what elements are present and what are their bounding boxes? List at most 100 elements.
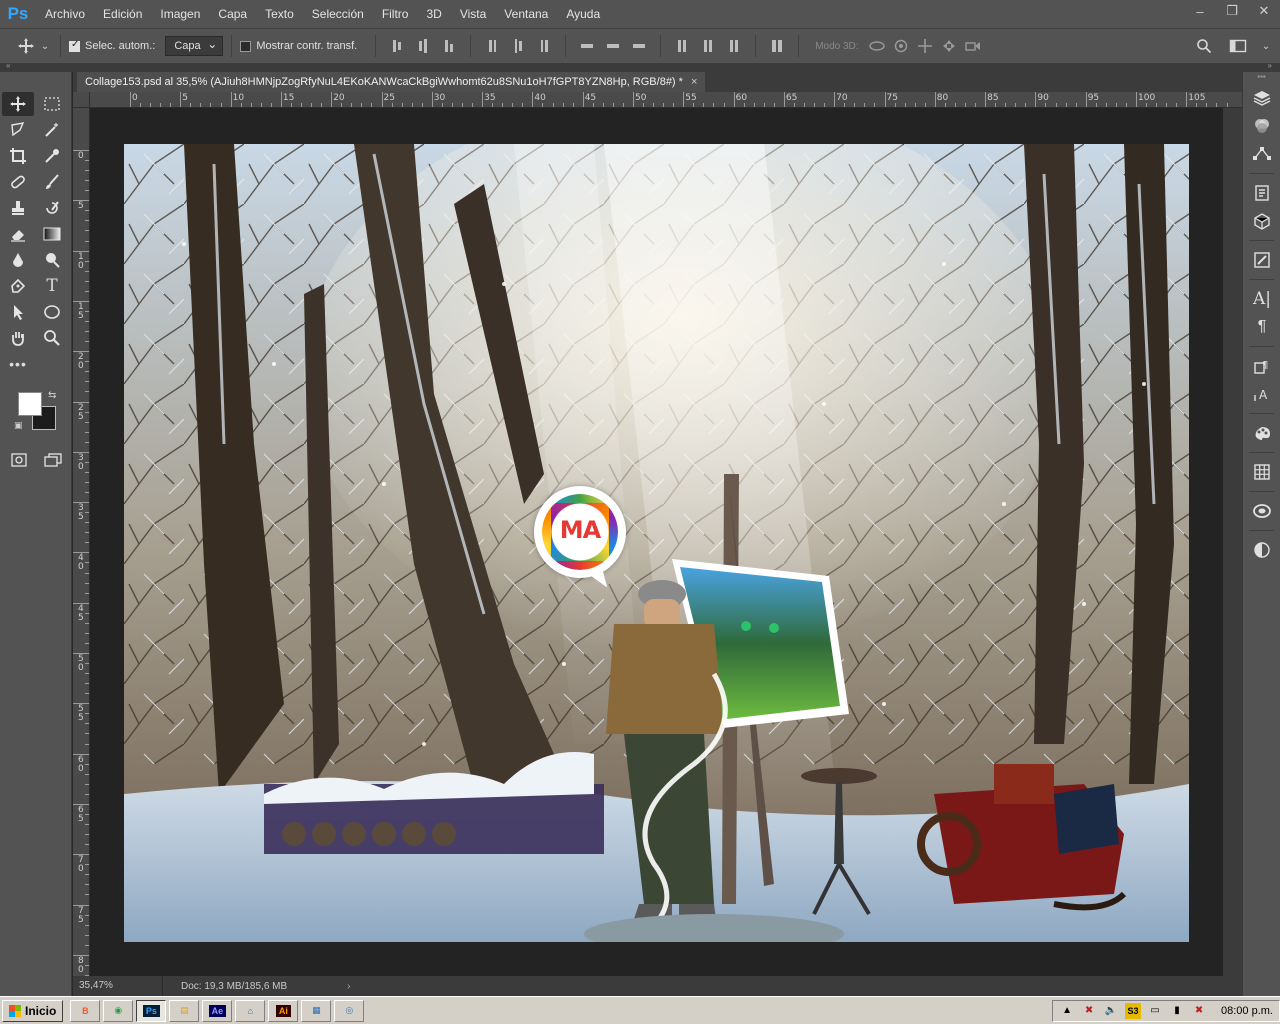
- workspace-chevron-icon[interactable]: ⌄: [1260, 34, 1272, 58]
- character-panel-icon[interactable]: A|: [1243, 285, 1280, 313]
- taskbar-app-brave[interactable]: B: [70, 999, 101, 1022]
- roll-3d-icon[interactable]: [889, 34, 913, 58]
- paragraph-styles-panel-icon[interactable]: ¶: [1243, 352, 1280, 380]
- menu-imagen[interactable]: Imagen: [151, 0, 209, 28]
- 3d-panel-icon[interactable]: [1243, 207, 1280, 235]
- dock-grip[interactable]: ▪▪▪: [1243, 72, 1280, 84]
- default-colors-icon[interactable]: ▣: [14, 420, 23, 431]
- align-right-icon[interactable]: [531, 34, 557, 58]
- taskbar-app-illustrator[interactable]: Ai: [268, 999, 299, 1022]
- history-panel-icon[interactable]: [1243, 179, 1280, 207]
- status-menu-arrow-icon[interactable]: ›: [347, 981, 350, 992]
- minimize-button[interactable]: –: [1184, 0, 1216, 22]
- quick-mask-icon[interactable]: [10, 448, 28, 472]
- pen-tool-icon[interactable]: [2, 274, 34, 298]
- swatches-panel-icon[interactable]: [1243, 419, 1280, 447]
- more-tools-icon[interactable]: •••: [2, 352, 34, 376]
- zoom-level[interactable]: 35,47%: [73, 976, 163, 996]
- channels-panel-icon[interactable]: [1243, 112, 1280, 140]
- document-canvas[interactable]: MA: [124, 144, 1189, 942]
- brush-tool-icon[interactable]: [36, 170, 68, 194]
- gradient-tool-icon[interactable]: [36, 222, 68, 246]
- grid-panel-icon[interactable]: [1243, 458, 1280, 486]
- document-tab[interactable]: Collage153.psd al 35,5% (AJiuh8HMNjpZogR…: [77, 72, 706, 92]
- clone-stamp-tool-icon[interactable]: [2, 196, 34, 220]
- healing-brush-tool-icon[interactable]: [2, 170, 34, 194]
- auto-align-layers-icon[interactable]: [764, 34, 790, 58]
- menu-3d[interactable]: 3D: [417, 0, 450, 28]
- crop-tool-icon[interactable]: [2, 144, 34, 168]
- auto-select-check-icon[interactable]: [69, 39, 80, 52]
- collapse-left-icon[interactable]: «: [6, 61, 10, 70]
- distribute-left-icon[interactable]: [669, 34, 695, 58]
- canvas-vertical-scrollbar[interactable]: [1223, 108, 1242, 976]
- auto-select-checkbox[interactable]: Selec. autom.:: [69, 39, 155, 52]
- menu-ayuda[interactable]: Ayuda: [557, 0, 609, 28]
- vertical-ruler[interactable]: 051 01 52 02 53 03 54 04 55 05 56 06 57 …: [73, 108, 90, 976]
- align-top-icon[interactable]: [384, 34, 410, 58]
- battery-icon[interactable]: ▮: [1169, 1003, 1185, 1019]
- slide-3d-icon[interactable]: [937, 34, 961, 58]
- volume-icon[interactable]: 🔈: [1103, 1003, 1119, 1019]
- move-tool-preset-icon[interactable]: [14, 34, 38, 58]
- menu-edicion[interactable]: Edición: [94, 0, 151, 28]
- paragraph-panel-icon[interactable]: ¶: [1243, 313, 1280, 341]
- menu-filtro[interactable]: Filtro: [373, 0, 418, 28]
- paths-panel-icon[interactable]: [1243, 140, 1280, 168]
- menu-capa[interactable]: Capa: [209, 0, 256, 28]
- libraries-panel-icon[interactable]: [1243, 497, 1280, 525]
- canvas-area[interactable]: MA: [90, 108, 1223, 976]
- menu-texto[interactable]: Texto: [256, 0, 303, 28]
- restore-button[interactable]: ❐: [1216, 0, 1248, 22]
- distribute-right-icon[interactable]: [721, 34, 747, 58]
- menu-archivo[interactable]: Archivo: [36, 0, 94, 28]
- display-icon[interactable]: ▭: [1147, 1003, 1163, 1019]
- eraser-tool-icon[interactable]: [2, 222, 34, 246]
- taskbar-app-photoshop[interactable]: Ps: [136, 999, 167, 1022]
- history-brush-tool-icon[interactable]: [36, 196, 68, 220]
- auto-select-target-dropdown[interactable]: Capa: [165, 36, 224, 56]
- foreground-color-swatch[interactable]: [18, 392, 42, 416]
- chevron-down-icon[interactable]: ⌄: [38, 34, 52, 58]
- dodge-tool-icon[interactable]: [36, 248, 68, 272]
- collapse-right-icon[interactable]: »: [1268, 61, 1272, 70]
- tray-badge-icon[interactable]: S3: [1125, 1002, 1142, 1019]
- character-styles-panel-icon[interactable]: A: [1243, 380, 1280, 408]
- security-alert-icon[interactable]: ✖: [1191, 1003, 1207, 1019]
- ruler-corner[interactable]: [73, 92, 90, 108]
- taskbar-app-disk-tool[interactable]: ◎: [334, 999, 365, 1022]
- system-clock[interactable]: 08:00 p.m.: [1221, 1005, 1273, 1017]
- marquee-tool-icon[interactable]: [36, 92, 68, 116]
- close-button[interactable]: ✕: [1248, 0, 1280, 22]
- layers-panel-icon[interactable]: [1243, 84, 1280, 112]
- taskbar-app-app-blue[interactable]: ⌂: [235, 999, 266, 1022]
- network-error-icon[interactable]: ✖: [1081, 1003, 1097, 1019]
- swap-colors-icon[interactable]: ⇆: [48, 390, 56, 401]
- zoom-tool-icon[interactable]: [36, 326, 68, 350]
- taskbar-app-notepad[interactable]: ▦: [301, 999, 332, 1022]
- ellipse-tool-icon[interactable]: [36, 300, 68, 324]
- distribute-vcenter-icon[interactable]: [600, 34, 626, 58]
- show-transform-checkbox[interactable]: Mostrar contr. transf.: [240, 40, 357, 52]
- lasso-tool-icon[interactable]: [2, 118, 34, 142]
- distribute-top-icon[interactable]: [574, 34, 600, 58]
- align-horizontal-center-icon[interactable]: [505, 34, 531, 58]
- brush-presets-panel-icon[interactable]: [1243, 246, 1280, 274]
- taskbar-app-after-effects[interactable]: Ae: [202, 999, 233, 1022]
- scale-3d-icon[interactable]: [961, 34, 985, 58]
- move-tool-icon[interactable]: [2, 92, 34, 116]
- pan-3d-icon[interactable]: [913, 34, 937, 58]
- distribute-bottom-icon[interactable]: [626, 34, 652, 58]
- toolbox-grip[interactable]: [0, 72, 71, 90]
- path-selection-tool-icon[interactable]: [2, 300, 34, 324]
- horizontal-ruler[interactable]: 0 5 10 15 20 25 30 35 40 45 50 55 60 65 70 75 80 85 90 95 10…: [90, 92, 1242, 108]
- start-button[interactable]: Inicio: [2, 999, 64, 1022]
- tab-close-icon[interactable]: ×: [691, 76, 697, 88]
- hand-tool-icon[interactable]: [2, 326, 34, 350]
- tray-expand-icon[interactable]: ▲: [1059, 1003, 1075, 1019]
- align-bottom-icon[interactable]: [436, 34, 462, 58]
- taskbar-app-explorer[interactable]: ▤: [169, 999, 200, 1022]
- orbit-3d-icon[interactable]: [865, 34, 889, 58]
- blur-tool-icon[interactable]: [2, 248, 34, 272]
- search-icon[interactable]: [1192, 34, 1216, 58]
